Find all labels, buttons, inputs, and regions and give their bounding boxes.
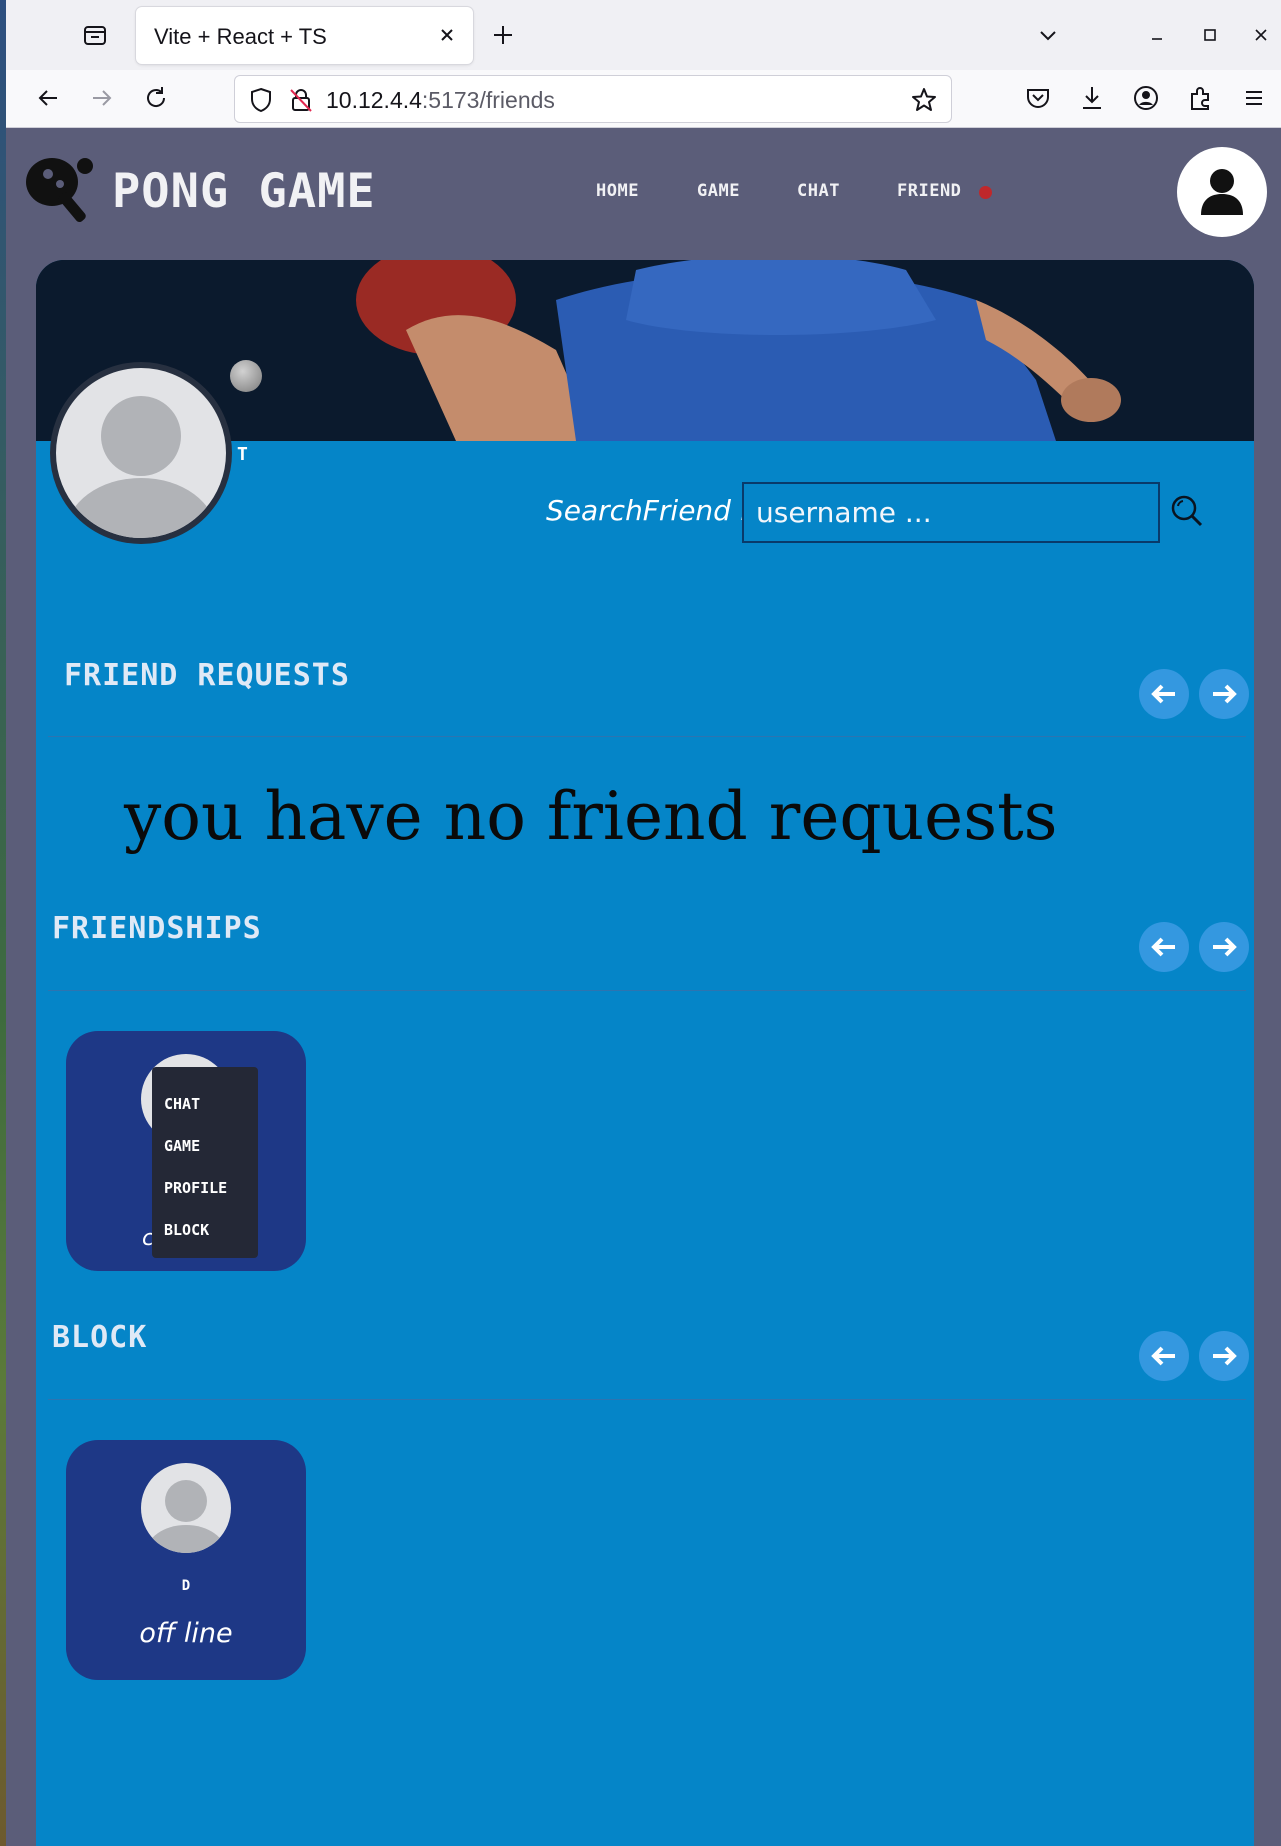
- arrow-right-icon: [1213, 1346, 1237, 1366]
- friendships-prev-button[interactable]: [1139, 922, 1189, 972]
- blocked-user-name: D: [181, 1578, 191, 1594]
- shield-icon[interactable]: [247, 86, 275, 118]
- profile-avatar[interactable]: [50, 362, 232, 544]
- extensions-icon[interactable]: [1184, 82, 1216, 114]
- page: PONG GAME HOME GAME CHAT FRIEND T Search…: [6, 128, 1281, 1846]
- block-title: BLOCK: [52, 1320, 148, 1355]
- nav-game[interactable]: GAME: [697, 181, 740, 201]
- friendships-title: FRIENDSHIPS: [52, 911, 262, 946]
- empty-requests-message: you have no friend requests: [124, 778, 1058, 855]
- plus-icon[interactable]: [488, 20, 518, 50]
- back-arrow-icon[interactable]: [32, 82, 64, 114]
- context-menu-chat[interactable]: CHAT: [164, 1095, 200, 1113]
- blocked-user-card[interactable]: D off line: [66, 1440, 306, 1680]
- window-close-icon[interactable]: [1248, 22, 1274, 48]
- browser-tab[interactable]: Vite + React + TS: [136, 7, 473, 64]
- section-divider: [48, 736, 1246, 737]
- block-prev-button[interactable]: [1139, 1331, 1189, 1381]
- download-icon[interactable]: [1076, 82, 1108, 114]
- requests-prev-button[interactable]: [1139, 669, 1189, 719]
- user-icon: [1201, 169, 1243, 215]
- app-brand[interactable]: PONG GAME: [112, 164, 376, 219]
- minimize-icon[interactable]: [1144, 22, 1170, 48]
- tab-bar: Vite + React + TS: [6, 0, 1281, 70]
- arrow-right-icon: [1213, 684, 1237, 704]
- requests-next-button[interactable]: [1199, 669, 1249, 719]
- nav-home[interactable]: HOME: [596, 181, 639, 201]
- arrow-left-icon: [1151, 937, 1175, 957]
- navigation-bar: 10.12.4.4:5173/friends: [6, 70, 1281, 128]
- section-divider: [48, 990, 1246, 991]
- arrow-right-icon: [1213, 937, 1237, 957]
- pocket-icon[interactable]: [1022, 82, 1054, 114]
- reload-icon[interactable]: [140, 82, 172, 114]
- user-menu-button[interactable]: [1177, 147, 1267, 237]
- tab-list-icon[interactable]: [80, 20, 110, 50]
- url-text: 10.12.4.4:5173/friends: [326, 87, 555, 114]
- forward-arrow-icon[interactable]: [86, 82, 118, 114]
- search-icon[interactable]: [1168, 492, 1206, 530]
- close-icon[interactable]: [433, 21, 461, 49]
- tab-title: Vite + React + TS: [154, 24, 327, 49]
- context-menu-block[interactable]: BLOCK: [164, 1221, 209, 1239]
- ball-decoration: [230, 360, 262, 392]
- chevron-down-icon[interactable]: [1033, 20, 1063, 50]
- ping-pong-paddle-icon[interactable]: [22, 154, 108, 226]
- blocked-user-status: off line: [139, 1618, 233, 1649]
- friend-context-menu: CHAT GAME PROFILE BLOCK: [152, 1067, 258, 1258]
- search-input[interactable]: [742, 482, 1160, 543]
- account-icon[interactable]: [1130, 82, 1162, 114]
- search-label: SearchFriend :: [546, 494, 750, 527]
- maximize-icon[interactable]: [1197, 22, 1223, 48]
- browser-window: Vite + React + TS 10.12.4.4:5173/friends…: [6, 0, 1281, 1846]
- bookmark-star-icon[interactable]: [909, 85, 939, 119]
- section-divider: [48, 1399, 1246, 1400]
- menu-icon[interactable]: [1238, 82, 1270, 114]
- block-next-button[interactable]: [1199, 1331, 1249, 1381]
- notification-dot: [979, 186, 992, 199]
- context-menu-game[interactable]: GAME: [164, 1137, 200, 1155]
- insecure-lock-icon[interactable]: [287, 86, 315, 118]
- friendships-next-button[interactable]: [1199, 922, 1249, 972]
- url-host: 10.12.4.4: [326, 87, 422, 113]
- nav-friend[interactable]: FRIEND: [897, 181, 961, 201]
- url-path: :5173/friends: [421, 87, 555, 113]
- friend-requests-title: FRIEND REQUESTS: [64, 658, 350, 693]
- blocked-user-avatar: [141, 1463, 231, 1553]
- arrow-left-icon: [1151, 1346, 1175, 1366]
- profile-username: T: [237, 444, 248, 465]
- address-bar[interactable]: 10.12.4.4:5173/friends: [234, 75, 952, 123]
- arrow-left-icon: [1151, 684, 1175, 704]
- context-menu-profile[interactable]: PROFILE: [164, 1179, 227, 1197]
- nav-chat[interactable]: CHAT: [797, 181, 840, 201]
